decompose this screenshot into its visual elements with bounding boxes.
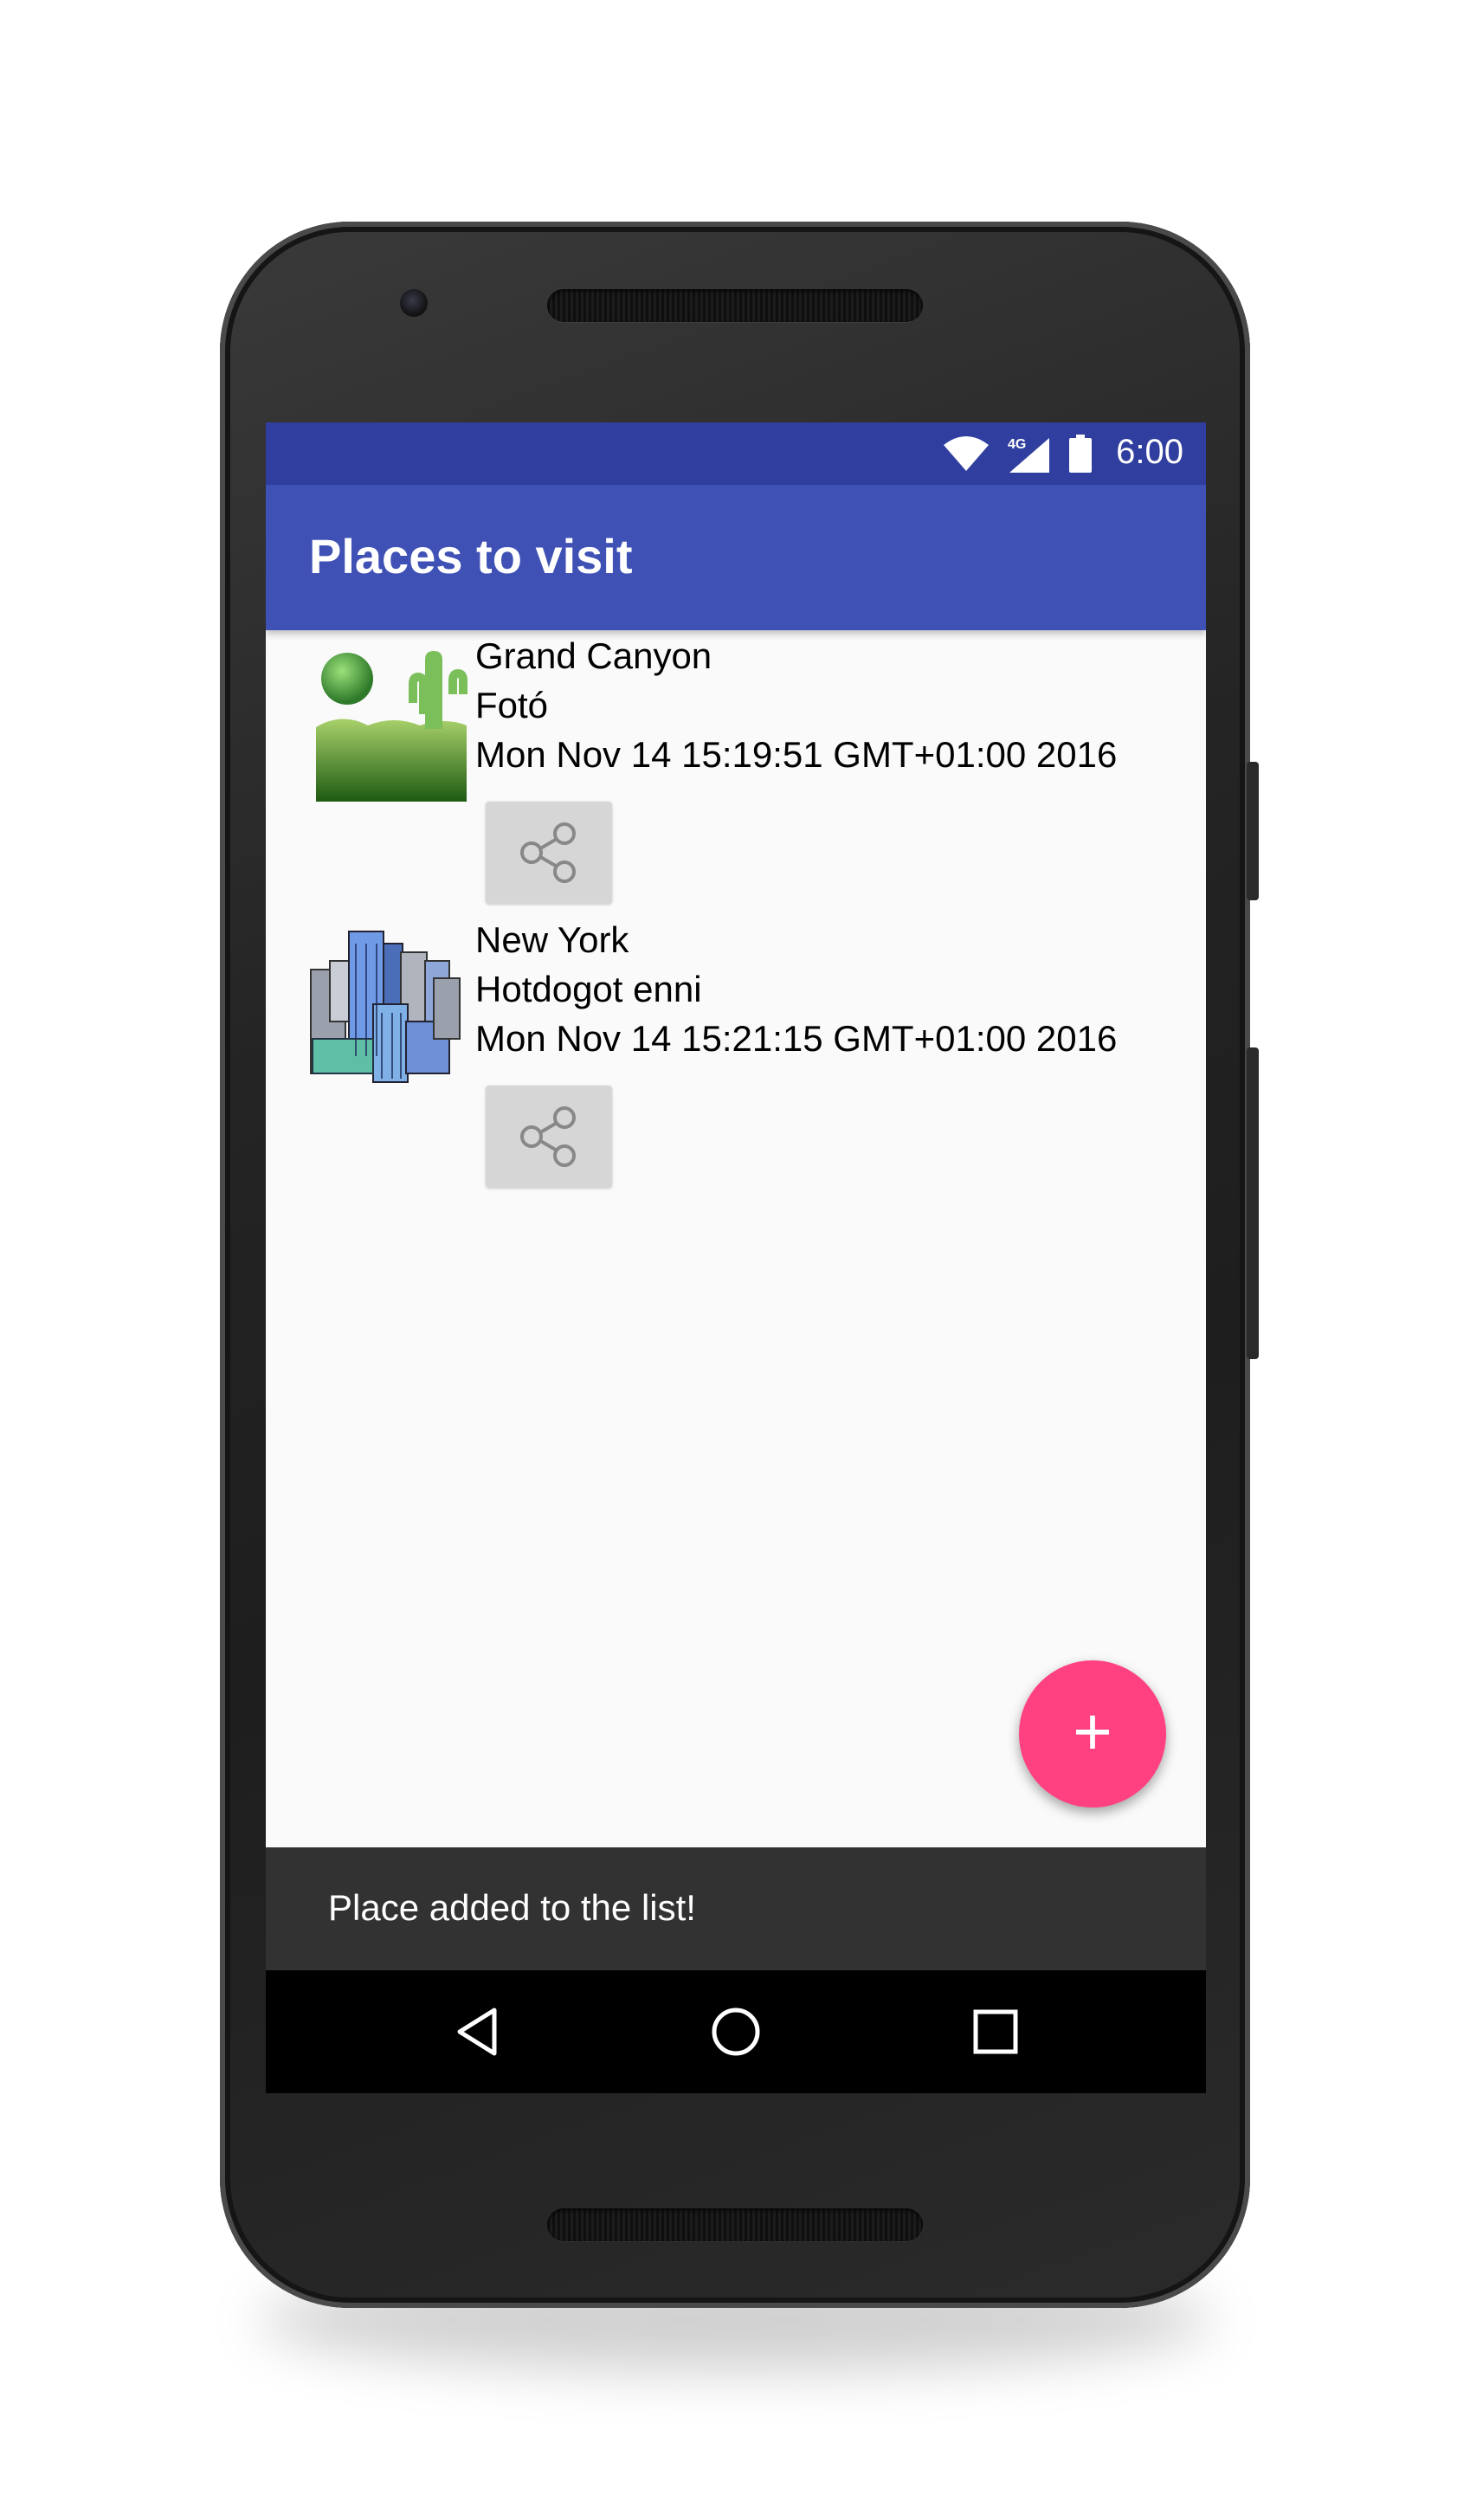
place-name: New York xyxy=(475,919,629,960)
network-type-label: 4G xyxy=(1008,437,1026,452)
battery-icon xyxy=(1069,435,1092,473)
top-speaker xyxy=(547,289,923,322)
recents-icon[interactable] xyxy=(965,2001,1026,2062)
list-item[interactable]: Grand Canyon Fotó Mon Nov 14 15:19:51 GM… xyxy=(266,635,1206,912)
share-button[interactable] xyxy=(486,1086,612,1188)
bottom-speaker xyxy=(547,2208,923,2241)
signal-icon: 4G xyxy=(1008,437,1049,473)
home-icon[interactable] xyxy=(706,2001,766,2062)
share-button[interactable] xyxy=(486,802,612,904)
volume-button xyxy=(1247,1047,1259,1359)
snackbar-message: Place added to the list! xyxy=(328,1887,696,1928)
screen: 4G 6:00 Places to visit Grand Canyon Fot… xyxy=(266,422,1206,2093)
add-place-button[interactable]: + xyxy=(1019,1660,1166,1808)
add-icon: + xyxy=(1073,1693,1112,1769)
place-date: Mon Nov 14 15:19:51 GMT+01:00 2016 xyxy=(475,734,1118,775)
share-icon xyxy=(520,822,576,883)
share-icon xyxy=(520,1106,576,1167)
desert-landscape-icon xyxy=(316,651,467,802)
place-date: Mon Nov 14 15:21:15 GMT+01:00 2016 xyxy=(475,1018,1118,1059)
place-name: Grand Canyon xyxy=(475,635,712,676)
snackbar: Place added to the list! xyxy=(266,1847,1206,1970)
city-buildings-icon xyxy=(310,931,461,1083)
app-bar: Places to visit xyxy=(266,485,1206,630)
status-time: 6:00 xyxy=(1116,433,1183,471)
place-description: Fotó xyxy=(475,685,549,725)
place-description: Hotdogot enni xyxy=(475,969,702,1009)
app-title: Places to visit xyxy=(309,529,633,583)
navigation-bar xyxy=(266,1970,1206,2093)
back-icon[interactable] xyxy=(449,2001,510,2062)
status-bar: 4G 6:00 xyxy=(266,422,1206,485)
front-camera xyxy=(400,289,428,317)
list-item[interactable]: New York Hotdogot enni Mon Nov 14 15:21:… xyxy=(266,919,1206,1196)
wifi-icon xyxy=(944,436,989,471)
power-button xyxy=(1247,762,1259,900)
